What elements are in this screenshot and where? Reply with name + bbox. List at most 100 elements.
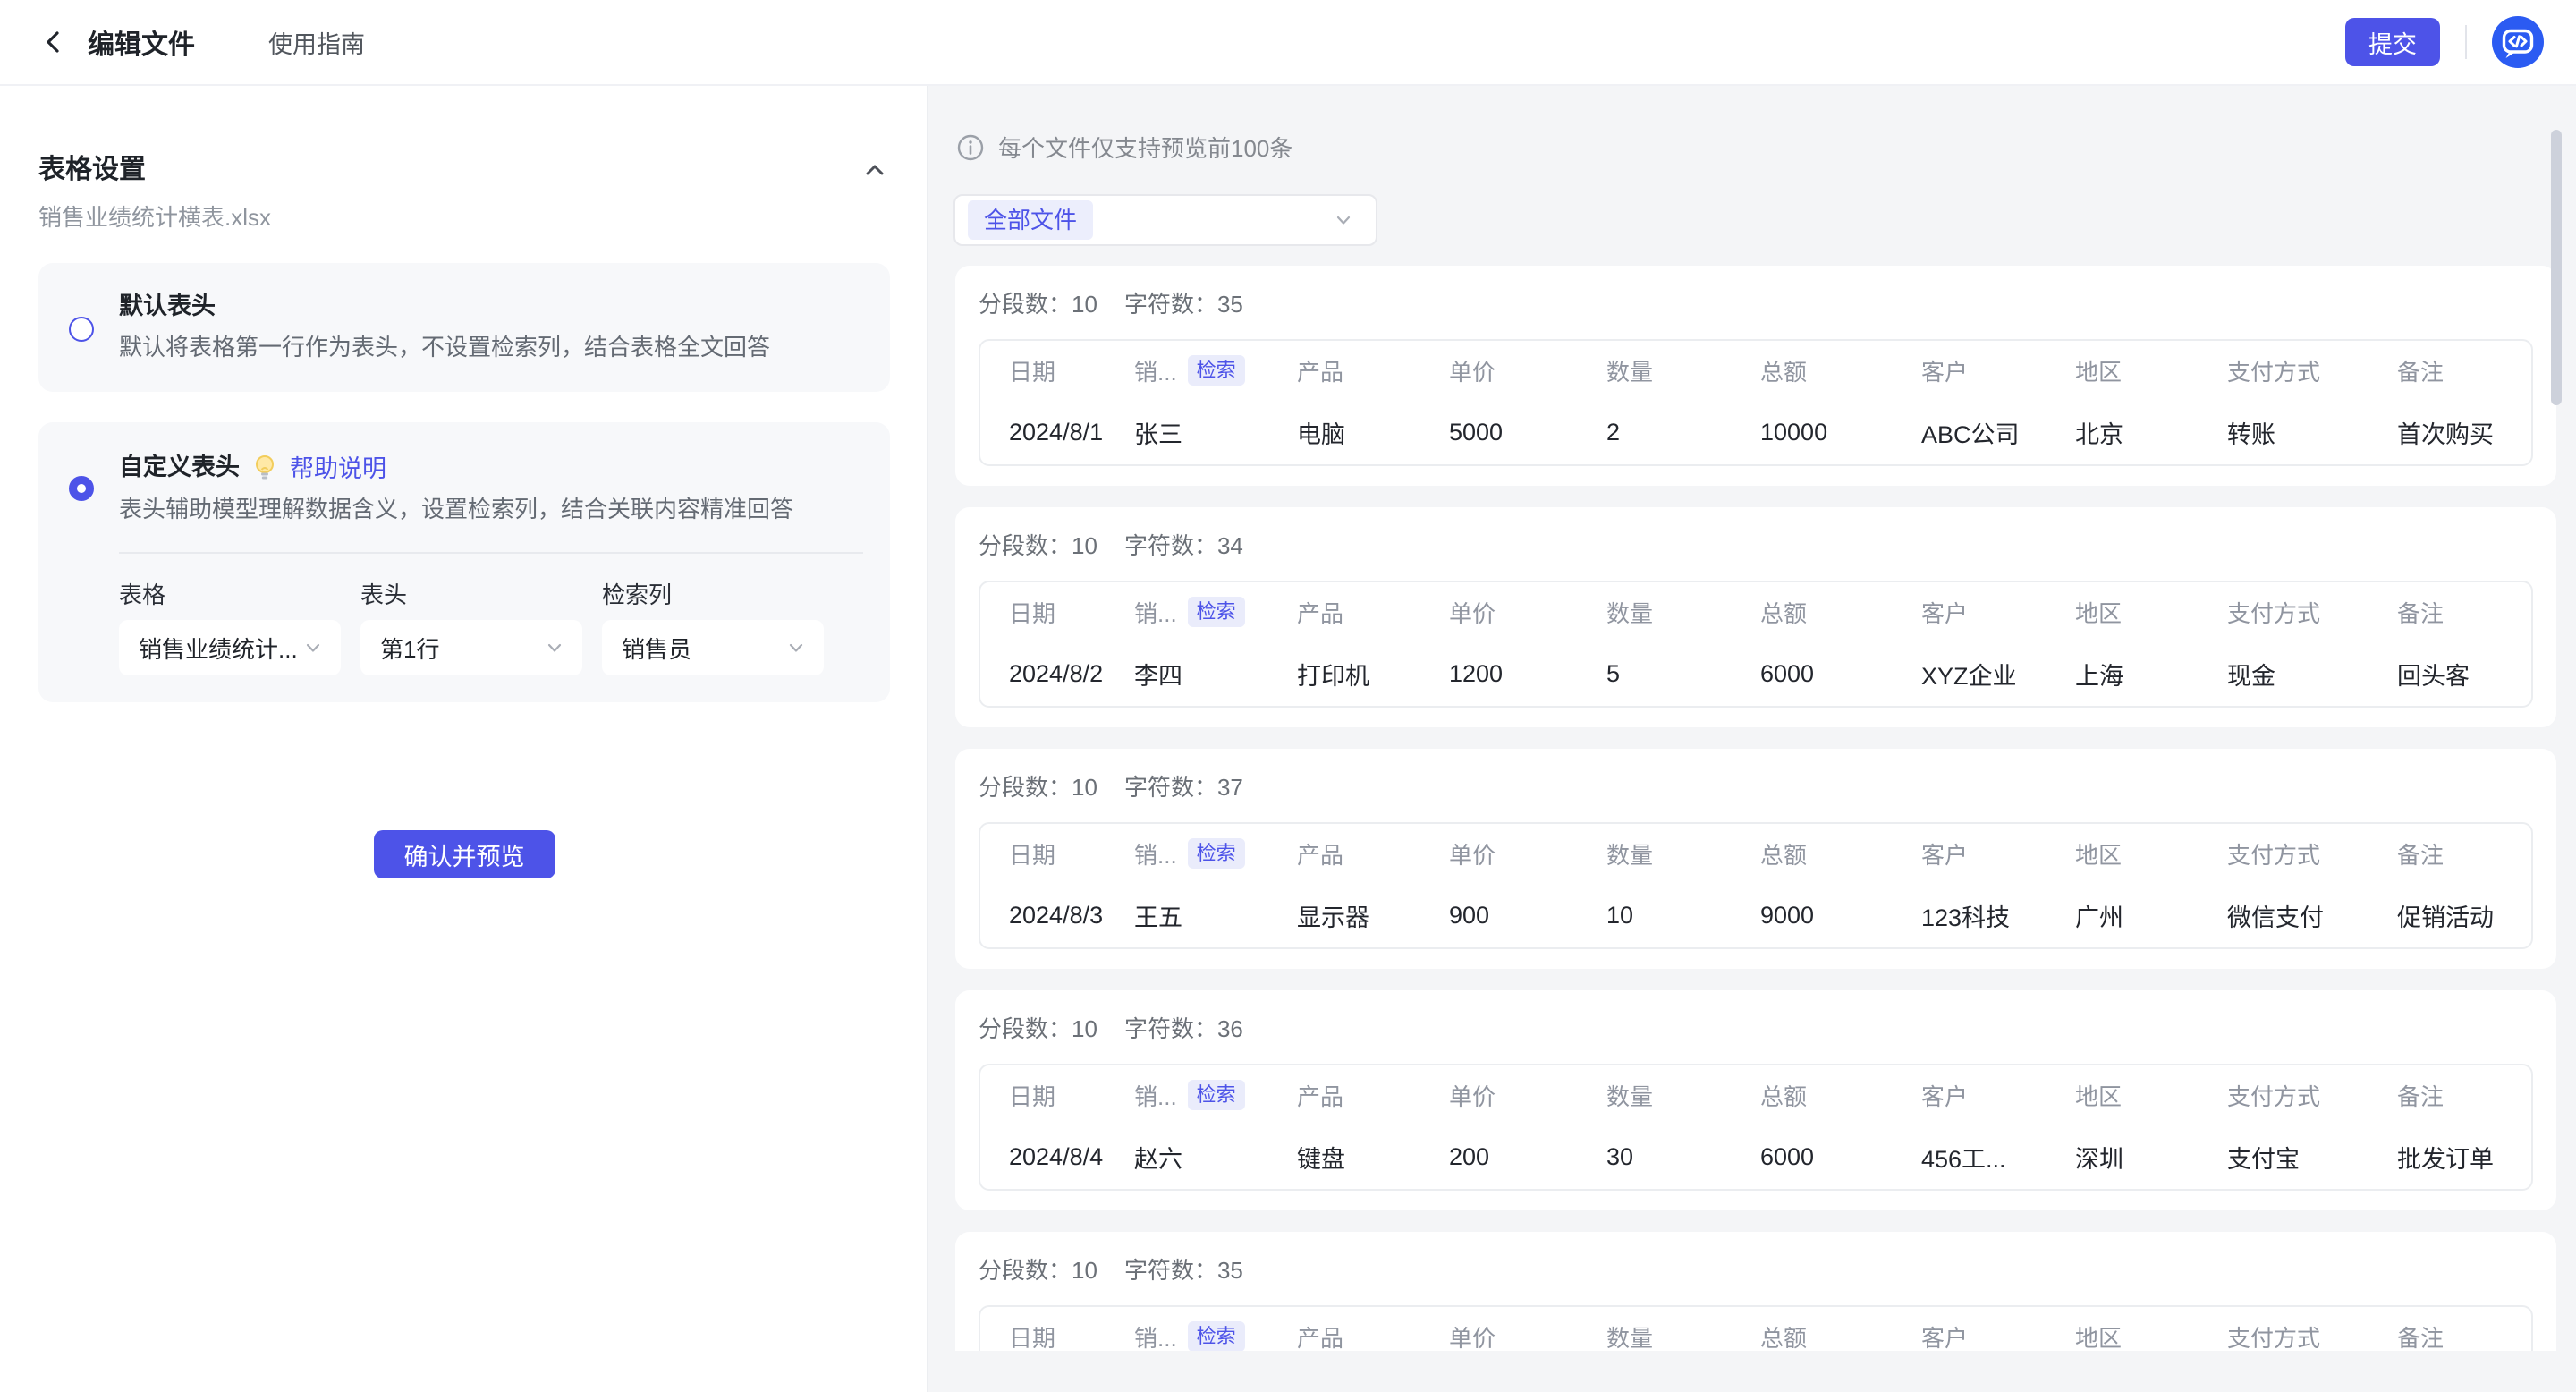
column-header: 数量 <box>1606 341 1760 400</box>
table-cell: 北京 <box>2075 400 2227 464</box>
column-header: 日期 <box>980 824 1134 883</box>
file-filter-select[interactable]: 全部文件 <box>953 194 1377 246</box>
segment-card: 分段数：10 字符数：34 日期销...检索产品单价数量总额客户地区支付方式备注… <box>955 507 2556 727</box>
column-header: 单价 <box>1449 582 1606 641</box>
file-filter-tag[interactable]: 全部文件 <box>968 200 1093 240</box>
column-header: 日期 <box>980 582 1134 641</box>
column-header: 支付方式 <box>2227 824 2397 883</box>
table-cell: 李四 <box>1134 641 1297 706</box>
table-cell: 30 <box>1606 1125 1760 1189</box>
top-bar: 编辑文件 使用指南 提交 <box>0 0 2576 86</box>
table-cell: 批发订单 <box>2397 1125 2531 1189</box>
column-header: 日期 <box>980 1065 1134 1125</box>
scrollbar[interactable] <box>2551 130 2562 405</box>
table-settings-panel: 表格设置 销售业绩统计横表.xlsx 默认表头 默认将表格第一行作为表头，不设置… <box>0 86 927 1392</box>
page-title: 编辑文件 <box>88 22 195 62</box>
segment-count-label: 分段数： <box>979 1257 1072 1284</box>
divider <box>119 552 863 554</box>
table-cell: 广州 <box>2075 883 2227 947</box>
app-logo-icon[interactable] <box>2492 16 2544 68</box>
table-header-row: 日期销...检索产品单价数量总额客户地区支付方式备注 <box>980 341 2531 400</box>
header-row-select[interactable]: 第1行 <box>360 620 582 675</box>
table-cell: 打印机 <box>1297 641 1449 706</box>
info-icon <box>957 134 984 161</box>
table-data-row: 2024/8/2李四打印机120056000XYZ企业上海现金回头客 <box>980 641 2531 706</box>
preview-notice: 每个文件仅支持预览前100条 <box>957 131 2576 164</box>
table-cell: XYZ企业 <box>1921 641 2075 706</box>
column-header: 数量 <box>1606 1065 1760 1125</box>
radio-custom-header[interactable] <box>69 476 94 501</box>
segment-stats: 分段数：10 字符数：34 <box>979 530 2533 561</box>
column-header: 地区 <box>2075 582 2227 641</box>
segment-stats: 分段数：10 字符数：37 <box>979 772 2533 802</box>
segment-list: 分段数：10 字符数：35 日期销...检索产品单价数量总额客户地区支付方式备注… <box>955 266 2556 1388</box>
option-custom-header[interactable]: 自定义表头 帮助说明 表头辅助模型理解数据含义，设置检索列，结合关联内容精准回答… <box>38 422 890 702</box>
char-count-value: 37 <box>1217 774 1243 801</box>
column-header: 产品 <box>1297 1065 1449 1125</box>
table-data-row: 2024/8/1张三电脑5000210000ABC公司北京转账首次购买 <box>980 400 2531 464</box>
table-cell: 900 <box>1449 883 1606 947</box>
table-header-row: 日期销...检索产品单价数量总额客户地区支付方式备注 <box>980 824 2531 883</box>
char-count-value: 36 <box>1217 1015 1243 1042</box>
table-cell: 首次购买 <box>2397 400 2531 464</box>
segment-count-label: 分段数： <box>979 291 1072 318</box>
char-count-label: 字符数： <box>1124 1257 1217 1284</box>
field-index-column-label: 检索列 <box>602 581 824 609</box>
segment-count-label: 分段数： <box>979 532 1072 559</box>
column-header: 销...检索 <box>1134 1065 1297 1125</box>
lightbulb-icon <box>252 454 277 480</box>
edit-file-page: 编辑文件 使用指南 提交 表格设置 销售业绩统计横表.xlsx <box>0 0 2576 1392</box>
table-cell: 6000 <box>1760 1125 1921 1189</box>
column-header: 日期 <box>980 341 1134 400</box>
usage-guide-link[interactable]: 使用指南 <box>268 25 365 60</box>
table-select[interactable]: 销售业绩统计... <box>119 620 341 675</box>
file-name: 销售业绩统计横表.xlsx <box>38 202 890 233</box>
back-button[interactable] <box>36 24 72 60</box>
section-title: 表格设置 <box>38 152 146 188</box>
table-cell: 显示器 <box>1297 883 1449 947</box>
char-count-value: 35 <box>1217 1257 1243 1284</box>
column-header: 产品 <box>1297 824 1449 883</box>
collapse-button[interactable] <box>860 155 890 185</box>
option-custom-desc: 表头辅助模型理解数据含义，设置检索列，结合关联内容精准回答 <box>119 491 863 527</box>
field-header-row: 表头 第1行 <box>360 581 582 675</box>
table-cell: 1200 <box>1449 641 1606 706</box>
table-cell: 10000 <box>1760 400 1921 464</box>
segment-count-value: 10 <box>1072 291 1097 318</box>
option-custom-title: 自定义表头 <box>119 451 240 483</box>
segment-card: 分段数：10 字符数：35 日期销...检索产品单价数量总额客户地区支付方式备注… <box>955 266 2556 486</box>
retrieval-badge: 检索 <box>1188 1080 1245 1110</box>
chevron-down-icon <box>543 636 566 659</box>
table-cell: 5000 <box>1449 400 1606 464</box>
retrieval-badge: 检索 <box>1188 1321 1245 1352</box>
field-table-label: 表格 <box>119 581 341 609</box>
help-link[interactable]: 帮助说明 <box>290 449 386 484</box>
radio-default-header[interactable] <box>69 317 94 342</box>
column-header: 备注 <box>2397 1065 2531 1125</box>
field-table: 表格 销售业绩统计... <box>119 581 341 675</box>
table-cell: 回头客 <box>2397 641 2531 706</box>
option-default-title: 默认表头 <box>119 290 216 322</box>
segment-table: 日期销...检索产品单价数量总额客户地区支付方式备注 2024/8/1张三电脑5… <box>979 339 2533 466</box>
chevron-left-icon <box>38 26 70 58</box>
table-cell: 上海 <box>2075 641 2227 706</box>
table-cell: 转账 <box>2227 400 2397 464</box>
table-cell: 王五 <box>1134 883 1297 947</box>
segment-table: 日期销...检索产品单价数量总额客户地区支付方式备注 2024/8/2李四打印机… <box>979 581 2533 708</box>
confirm-preview-button[interactable]: 确认并预览 <box>374 830 555 878</box>
column-header: 销...检索 <box>1134 341 1297 400</box>
column-header: 产品 <box>1297 341 1449 400</box>
table-cell: 支付宝 <box>2227 1125 2397 1189</box>
field-index-column: 检索列 销售员 <box>602 581 824 675</box>
segment-stats: 分段数：10 字符数：35 <box>979 289 2533 319</box>
column-header: 总额 <box>1760 582 1921 641</box>
table-cell: 2024/8/1 <box>980 400 1134 464</box>
header-row-select-value: 第1行 <box>380 632 543 665</box>
table-header-row: 日期销...检索产品单价数量总额客户地区支付方式备注 <box>980 1065 2531 1125</box>
table-cell: 微信支付 <box>2227 883 2397 947</box>
segment-table: 日期销...检索产品单价数量总额客户地区支付方式备注 2024/8/3王五显示器… <box>979 822 2533 949</box>
index-column-select[interactable]: 销售员 <box>602 620 824 675</box>
column-header: 数量 <box>1606 824 1760 883</box>
submit-button[interactable]: 提交 <box>2345 18 2440 66</box>
option-default-header[interactable]: 默认表头 默认将表格第一行作为表头，不设置检索列，结合表格全文回答 <box>38 263 890 392</box>
